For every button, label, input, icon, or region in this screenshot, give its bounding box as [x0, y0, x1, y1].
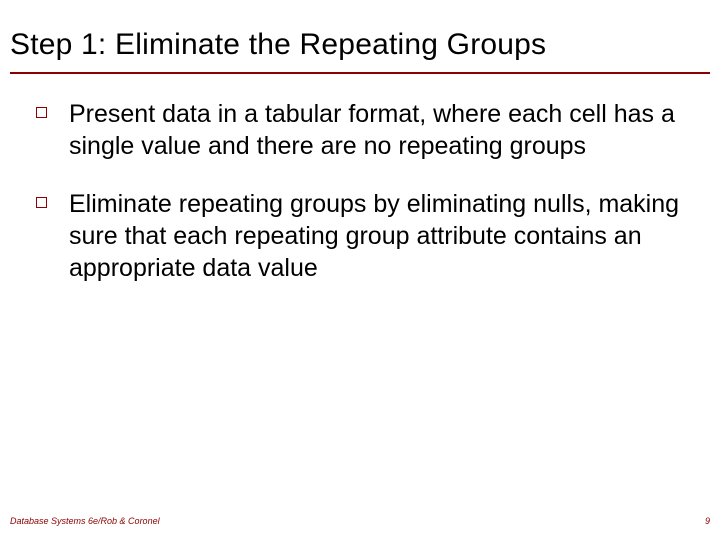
square-bullet-icon [36, 197, 47, 208]
bullet-text: Eliminate repeating groups by eliminatin… [69, 188, 684, 284]
square-bullet-icon [36, 107, 47, 118]
footer: Database Systems 6e/Rob & Coronel 9 [10, 516, 710, 526]
page-number: 9 [705, 516, 710, 526]
list-item: Present data in a tabular format, where … [36, 98, 684, 162]
content-area: Present data in a tabular format, where … [0, 74, 720, 284]
list-item: Eliminate repeating groups by eliminatin… [36, 188, 684, 284]
slide-title: Step 1: Eliminate the Repeating Groups [0, 0, 720, 68]
bullet-text: Present data in a tabular format, where … [69, 98, 684, 162]
footer-source: Database Systems 6e/Rob & Coronel [10, 516, 160, 526]
slide: Step 1: Eliminate the Repeating Groups P… [0, 0, 720, 540]
